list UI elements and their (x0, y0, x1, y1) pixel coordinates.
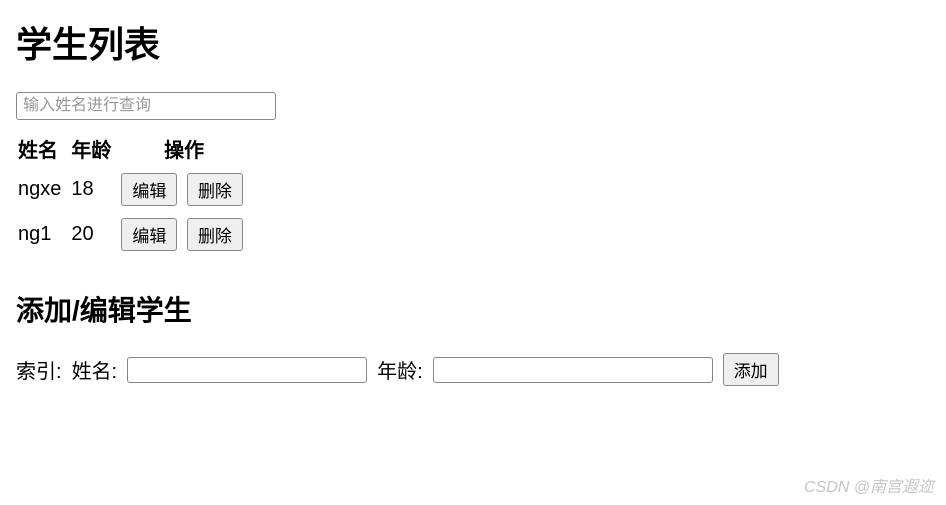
age-input[interactable] (433, 357, 713, 383)
form-title: 添加/编辑学生 (16, 289, 930, 329)
column-header-actions: 操作 (119, 130, 255, 167)
watermark: CSDN @南宫遐迩 (804, 473, 934, 497)
delete-button[interactable]: 删除 (187, 173, 243, 206)
cell-name: ng1 (16, 212, 69, 257)
search-input[interactable] (16, 92, 276, 120)
page-title: 学生列表 (16, 16, 930, 68)
name-input[interactable] (127, 357, 367, 383)
index-label: 索引: (16, 355, 62, 384)
student-table: 姓名 年龄 操作 ngxe 18 编辑 删除 ng1 20 编辑 删除 (16, 130, 255, 257)
name-label: 姓名: (72, 355, 118, 384)
edit-button[interactable]: 编辑 (121, 173, 177, 206)
edit-button[interactable]: 编辑 (121, 218, 177, 251)
table-row: ng1 20 编辑 删除 (16, 212, 255, 257)
cell-age: 20 (69, 212, 119, 257)
cell-age: 18 (69, 167, 119, 212)
delete-button[interactable]: 删除 (187, 218, 243, 251)
student-form: 索引: 姓名: 年龄: 添加 (16, 353, 930, 386)
add-button[interactable]: 添加 (723, 353, 779, 386)
column-header-name: 姓名 (16, 130, 69, 167)
table-row: ngxe 18 编辑 删除 (16, 167, 255, 212)
cell-name: ngxe (16, 167, 69, 212)
age-label: 年龄: (377, 355, 423, 384)
column-header-age: 年龄 (69, 130, 119, 167)
